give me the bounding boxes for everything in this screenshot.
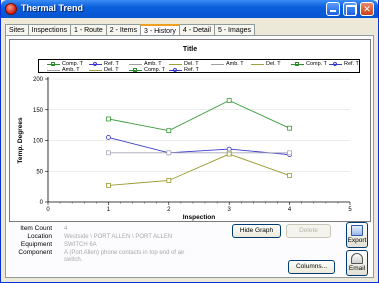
series-line bbox=[108, 153, 290, 186]
data-point bbox=[106, 116, 111, 122]
equipment-label: Equipment bbox=[20, 241, 52, 248]
close-button[interactable]: ✕ bbox=[360, 2, 374, 16]
data-point bbox=[226, 98, 232, 103]
data-point bbox=[226, 151, 232, 157]
data-point bbox=[287, 173, 293, 178]
item-count-label: Item Count bbox=[20, 225, 52, 232]
email-icon bbox=[351, 253, 363, 264]
window-title: Thermal Trend bbox=[21, 3, 84, 13]
item-count-value: 4 bbox=[64, 226, 68, 232]
x-tick-label: 2 bbox=[167, 207, 171, 213]
trend-chart: Title Comp. T Ref. T Amb. T Del. T Amb. … bbox=[9, 39, 371, 222]
data-point bbox=[106, 150, 111, 156]
data-point bbox=[287, 150, 293, 156]
y-tick-label: 200 bbox=[33, 77, 44, 83]
email-label: Email bbox=[348, 265, 366, 272]
x-tick-label: 4 bbox=[288, 207, 292, 213]
equipment-value: SWITCH 6A bbox=[64, 242, 97, 248]
x-axis-title: Inspection bbox=[183, 214, 216, 221]
y-tick-label: 0 bbox=[40, 200, 44, 206]
email-button[interactable]: Email bbox=[346, 250, 368, 276]
title-bar[interactable]: Thermal Trend ✕ bbox=[1, 0, 378, 18]
hide-graph-button[interactable]: Hide Graph bbox=[232, 224, 281, 238]
data-point bbox=[166, 128, 172, 134]
x-tick-label: 1 bbox=[107, 207, 111, 213]
component-value-cont: switch. bbox=[64, 257, 83, 263]
series-line bbox=[108, 100, 290, 132]
maximize-button[interactable] bbox=[343, 2, 357, 16]
y-tick-label: 50 bbox=[36, 169, 43, 175]
x-tick-label: 0 bbox=[46, 207, 50, 213]
export-label: Export bbox=[347, 237, 367, 244]
data-point bbox=[106, 135, 111, 140]
x-tick-label: 3 bbox=[228, 207, 232, 213]
minimize-button[interactable] bbox=[326, 2, 340, 16]
data-point bbox=[166, 178, 172, 183]
y-tick-label: 100 bbox=[33, 139, 44, 145]
columns-button[interactable]: Columns... bbox=[288, 260, 335, 274]
data-point bbox=[287, 125, 293, 131]
component-value: A (Port Allen) phone contacts in top end… bbox=[64, 250, 185, 256]
series-line bbox=[108, 136, 290, 156]
export-icon bbox=[351, 225, 363, 236]
main-window: Thermal Trend ✕ Sites Inspections 1 - Rout… bbox=[0, 0, 379, 283]
export-button[interactable]: Export bbox=[346, 222, 368, 248]
x-tick-label: 5 bbox=[348, 207, 352, 213]
tab-strip: Sites Inspections 1 - Route 2 - Items 3 - Hi… bbox=[5, 23, 256, 37]
location-label: Location bbox=[27, 233, 52, 240]
app-icon bbox=[5, 3, 17, 15]
history-panel: Title Comp. T Ref. T Amb. T Del. T Amb. … bbox=[5, 35, 374, 278]
delete-button[interactable]: Delete bbox=[286, 224, 331, 238]
location-value: Westside \ PORT ALLEN \ PORT ALLEN bbox=[64, 234, 173, 240]
component-label: Component bbox=[18, 249, 52, 256]
plot-area: 0 50 100 150 200 0 1 2 3 4 5 Inspection Temp. Degree… bbox=[17, 77, 352, 221]
y-tick-label: 150 bbox=[33, 108, 44, 114]
data-point bbox=[106, 182, 111, 188]
y-axis-title: Temp. Degrees bbox=[17, 117, 24, 164]
data-point bbox=[166, 150, 172, 156]
